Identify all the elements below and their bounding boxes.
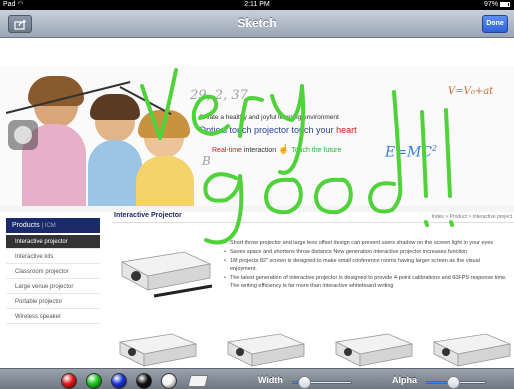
banner-divider — [0, 206, 514, 212]
status-time: 2:11 PM — [244, 1, 270, 8]
done-button[interactable]: Done — [482, 15, 508, 33]
math-scribble-1: 29, 2, 37 — [190, 88, 248, 103]
projector-main-image — [120, 251, 213, 298]
banner-headline: Optical touch projector touch your heart — [199, 125, 357, 135]
math-formula-velocity: V=V₀+at — [448, 86, 494, 97]
child-body-right — [136, 156, 194, 206]
alpha-label: Alpha — [392, 375, 418, 385]
sidebar-item[interactable]: Classroom projector — [6, 265, 100, 279]
battery-icon — [500, 1, 510, 7]
banner-image: 29, 2, 37 E=MC2 V=V₀+at B — [0, 66, 514, 206]
feature-item: 1M projects 82" screen is designed to ma… — [224, 257, 508, 273]
sidebar-item[interactable]: Large venue projector — [6, 280, 100, 294]
child-hair-mid — [90, 94, 140, 120]
breadcrumb: Index > Product > Interactive project — [431, 214, 512, 220]
projector-thumbnail-2 — [226, 333, 306, 367]
feature-item: Saves space and shortens throw distance … — [224, 248, 508, 256]
child-hair-right — [138, 110, 190, 138]
assistive-touch-button[interactable] — [8, 120, 38, 150]
status-bar: Pad ◠ 2:11 PM 97% — [0, 0, 514, 10]
eraser-icon[interactable] — [187, 375, 209, 387]
page-title: Sketch — [237, 16, 277, 30]
width-label: Width — [258, 375, 283, 385]
child-body-mid — [88, 140, 142, 206]
alpha-slider-knob[interactable] — [447, 376, 460, 389]
battery-indicator: 97% — [484, 0, 510, 10]
feature-item: The latest generation of interactive pro… — [224, 274, 508, 290]
banner-subline: Real-time interaction ☝ Touch the future — [212, 144, 342, 154]
color-red-button[interactable] — [61, 373, 77, 389]
sidebar-item[interactable]: Interactive kits — [6, 250, 100, 264]
projector-thumbnail-4 — [432, 333, 512, 367]
sketch-screen: Pad ◠ 2:11 PM 97% Sketch Done 29, 2, 37 … — [0, 0, 514, 389]
banner-tagline: Create a healthy and joyful learning env… — [199, 114, 339, 121]
nav-bar: Sketch Done — [0, 10, 514, 38]
sidebar-item[interactable]: Wireless speaker — [6, 310, 100, 324]
sidebar-header: Products | ICM — [6, 218, 100, 233]
color-blue-button[interactable] — [111, 373, 127, 389]
feature-list: Short throw projector and large lens off… — [224, 239, 508, 291]
width-slider-knob[interactable] — [298, 376, 311, 389]
content-divider — [112, 222, 514, 223]
color-white-button[interactable] — [161, 373, 177, 389]
projector-thumbnail-1 — [118, 333, 198, 367]
projector-thumbnail-3 — [334, 333, 414, 367]
color-green-button[interactable] — [86, 373, 102, 389]
color-black-button[interactable] — [136, 373, 152, 389]
sidebar-item[interactable]: Portable projector — [6, 295, 100, 309]
content-title: Interactive Projector — [114, 212, 182, 219]
sidebar-item[interactable]: Interactive projector — [6, 235, 100, 249]
hand-touch-icon: ☝ — [278, 144, 290, 154]
feature-item: Short throw projector and large lens off… — [224, 239, 508, 247]
drawing-toolbar: Width Alpha — [0, 368, 514, 389]
math-formula-emc: E=MC2 — [385, 144, 438, 161]
letter-b: B — [202, 154, 211, 168]
